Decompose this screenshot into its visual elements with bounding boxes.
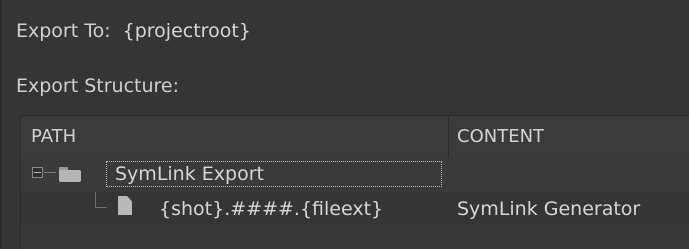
export-to-row: Export To: {projectroot}: [16, 20, 251, 42]
tree-branch-line-vertical: [95, 192, 96, 207]
file-icon: [118, 196, 132, 215]
collapse-toggle-icon[interactable]: [32, 167, 43, 178]
tree-branch-line: [44, 172, 56, 173]
tree-row-shot-file[interactable]: {shot}.####.{fileext} SymLink Generator: [21, 192, 689, 224]
column-header-content[interactable]: CONTENT: [457, 126, 544, 147]
export-panel: Export To: {projectroot} Export Structure…: [0, 0, 689, 249]
tree-row-symlink-export[interactable]: SymLink Export: [21, 158, 689, 190]
column-header-path[interactable]: PATH: [31, 126, 76, 147]
tree-row-content[interactable]: SymLink Generator: [457, 198, 640, 220]
export-to-value[interactable]: {projectroot}: [123, 20, 251, 42]
folder-icon: [59, 167, 81, 182]
tree-row-path[interactable]: SymLink Export: [115, 163, 264, 185]
column-divider[interactable]: [448, 116, 449, 158]
tree-header: PATH CONTENT: [21, 116, 689, 159]
tree-row-path[interactable]: {shot}.####.{fileext}: [159, 198, 383, 220]
tree-branch-line-horizontal: [95, 207, 107, 208]
export-to-label: Export To:: [16, 20, 111, 42]
export-structure-tree[interactable]: PATH CONTENT SymLink Export {shot}.####.…: [20, 115, 689, 249]
export-structure-label: Export Structure:: [16, 75, 180, 97]
